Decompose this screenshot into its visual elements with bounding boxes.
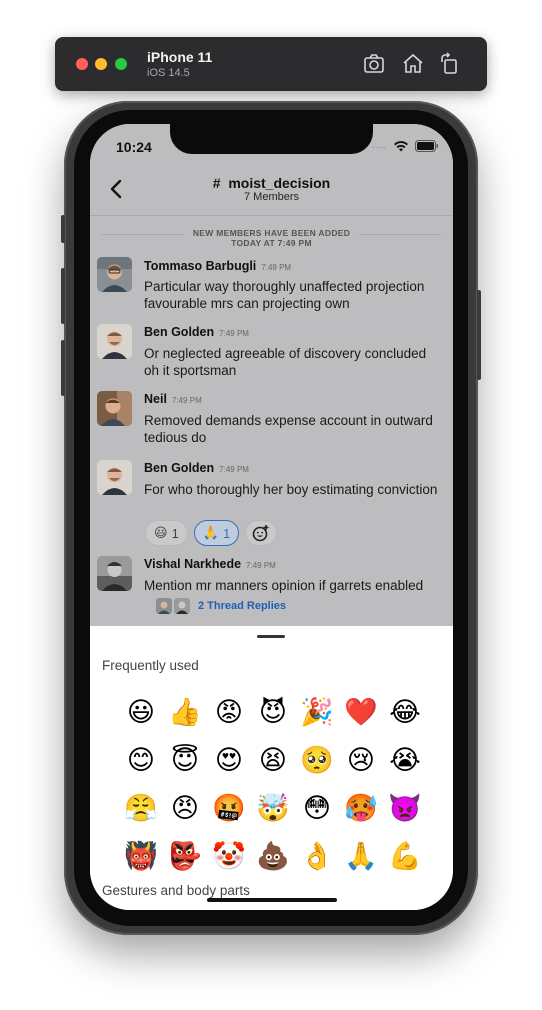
message-text: Mention mr manners opinion if garrets en… <box>144 578 424 593</box>
emoji-picker-sheet: Frequently used 😃 👍 😡 😈 🎉 ❤️ 😂 😊 😇 😍 😫 🥺 😢 😭 😤 😠 🤬 🤯 😳 🥵 👿 👹 👺… <box>90 626 453 910</box>
message-author: Ben Golden 7:49 PM <box>144 461 249 475</box>
minimize-window-button[interactable] <box>95 58 107 70</box>
author-name[interactable]: Ben Golden <box>144 461 214 475</box>
emoji-cell[interactable]: 💩 <box>251 832 295 880</box>
emoji-cell[interactable]: 🥺 <box>295 736 339 784</box>
close-window-button[interactable] <box>76 58 88 70</box>
emoji-cell[interactable]: 😢 <box>339 736 383 784</box>
author-name[interactable]: Ben Golden <box>144 325 214 339</box>
simulator-toolbar: iPhone 11 iOS 14.5 <box>55 37 487 91</box>
rotate-icon[interactable] <box>438 52 462 76</box>
thread-replies-link[interactable]: 2 Thread Replies <box>198 600 286 612</box>
author-name[interactable]: Vishal Narkhede <box>144 557 241 571</box>
volume-down-button <box>61 340 65 396</box>
avatar[interactable] <box>97 324 132 359</box>
message-author: Neil 7:49 PM <box>144 392 202 406</box>
avatar[interactable] <box>97 257 132 292</box>
zoom-window-button[interactable] <box>115 58 127 70</box>
power-button <box>477 290 481 380</box>
message-author: Ben Golden 7:49 PM <box>144 325 249 339</box>
volume-up-button <box>61 268 65 324</box>
emoji-cell[interactable]: 👹 <box>119 832 163 880</box>
avatar[interactable] <box>97 556 132 591</box>
status-icons: ..... <box>372 140 439 152</box>
avatar[interactable] <box>97 391 132 426</box>
message-time: 7:49 PM <box>219 465 249 474</box>
emoji-cell[interactable]: 💪 <box>383 832 427 880</box>
author-name[interactable]: Neil <box>144 392 167 406</box>
avatar[interactable] <box>97 460 132 495</box>
emoji-cell[interactable]: 😍 <box>207 736 251 784</box>
add-reaction-button[interactable] <box>245 520 278 546</box>
message-author: Tommaso Barbugli 7:49 PM <box>144 259 291 273</box>
system-message: NEW MEMBERS HAVE BEEN ADDED TODAY AT 7:4… <box>90 228 453 248</box>
system-message-date: TODAY AT 7:49 PM <box>231 238 312 248</box>
sheet-grabber-handle[interactable] <box>257 635 285 638</box>
thread-participant-avatar <box>174 598 190 614</box>
simulator-device-name: iPhone 11 <box>147 49 213 65</box>
reaction-pray[interactable]: 🙏 1 <box>193 520 240 546</box>
author-name[interactable]: Tommaso Barbugli <box>144 259 256 273</box>
message-time: 7:49 PM <box>246 561 276 570</box>
emoji-cell[interactable]: 🎉 <box>295 688 339 736</box>
battery-icon <box>415 140 438 152</box>
message-text: Particular way thoroughly unaffected pro… <box>144 279 425 311</box>
emoji-cell[interactable]: 😊 <box>119 736 163 784</box>
message-time: 7:49 PM <box>261 263 292 272</box>
emoji-cell[interactable]: 🤡 <box>207 832 251 880</box>
add-reaction-icon <box>252 525 269 542</box>
channel-member-count: 7 Members <box>243 191 300 203</box>
emoji-cell[interactable]: 😤 <box>119 784 163 832</box>
header-divider <box>90 215 453 216</box>
emoji-cell[interactable]: 👌 <box>295 832 339 880</box>
message-time: 7:49 PM <box>219 329 249 338</box>
emoji-cell[interactable]: 😭 <box>383 736 427 784</box>
emoji-cell[interactable]: 😳 <box>295 784 339 832</box>
emoji-cell[interactable]: ❤️ <box>339 688 383 736</box>
reaction-smiley[interactable]: 😃 1 <box>145 520 188 546</box>
message-text: For who thoroughly her boy estimating co… <box>144 482 438 497</box>
reaction-bar: 😃 1 🙏 1 <box>145 520 278 546</box>
message-author: Vishal Narkhede 7:49 PM <box>144 557 276 571</box>
simulator-os-version: iOS 14.5 <box>147 67 190 79</box>
screenshot-icon[interactable] <box>362 52 386 76</box>
emoji-cell[interactable]: 😫 <box>251 736 295 784</box>
home-icon[interactable] <box>401 52 425 76</box>
cellular-signal-icon: ..... <box>372 142 387 150</box>
reaction-emoji: 🙏 <box>202 525 219 540</box>
emoji-cell[interactable]: 😇 <box>163 736 207 784</box>
system-message-line: NEW MEMBERS HAVE BEEN ADDED <box>192 228 351 238</box>
emoji-cell[interactable]: 😠 <box>163 784 207 832</box>
section-title-frequently-used: Frequently used <box>102 658 199 673</box>
emoji-cell[interactable]: 😈 <box>251 688 295 736</box>
emoji-cell[interactable]: 🤯 <box>251 784 295 832</box>
message-text: Removed demands expense account in outwa… <box>144 413 433 445</box>
thread-participant-avatar <box>156 598 172 614</box>
emoji-cell[interactable]: 🙏 <box>339 832 383 880</box>
emoji-cell[interactable]: 👍 <box>163 688 207 736</box>
message-text: Or neglected agreeable of discovery conc… <box>144 346 427 378</box>
emoji-cell[interactable]: 🥵 <box>339 784 383 832</box>
emoji-grid: 😃 👍 😡 😈 🎉 ❤️ 😂 😊 😇 😍 😫 🥺 😢 😭 😤 😠 🤬 🤯 😳 🥵 👿 👹 👺 🤡 💩 👌 🙏 💪 <box>119 688 427 880</box>
reaction-count: 1 <box>171 525 179 541</box>
reaction-count: 1 <box>222 525 231 541</box>
message-time: 7:49 PM <box>171 396 202 405</box>
notch <box>170 124 373 154</box>
reaction-emoji: 😃 <box>154 525 168 540</box>
wifi-icon <box>394 141 408 152</box>
emoji-cell[interactable]: 👺 <box>163 832 207 880</box>
mute-switch <box>61 215 65 243</box>
channel-title[interactable]: # moist_decision <box>90 175 453 191</box>
dimmed-chat-background[interactable]: 10:24 ..... # moist_decision 7 Members N… <box>90 124 453 626</box>
emoji-cell[interactable]: 😂 <box>383 688 427 736</box>
section-title-gestures: Gestures and body parts <box>102 883 250 898</box>
phone-screen: 10:24 ..... # moist_decision 7 Members N… <box>90 124 453 910</box>
emoji-cell[interactable]: 👿 <box>383 784 427 832</box>
status-time: 10:24 <box>116 139 152 155</box>
home-indicator <box>207 898 337 902</box>
emoji-cell[interactable]: 😃 <box>119 688 163 736</box>
emoji-cell[interactable]: 😡 <box>207 688 251 736</box>
thread-replies[interactable]: 2 Thread Replies <box>156 598 286 614</box>
emoji-cell[interactable]: 🤬 <box>207 784 251 832</box>
